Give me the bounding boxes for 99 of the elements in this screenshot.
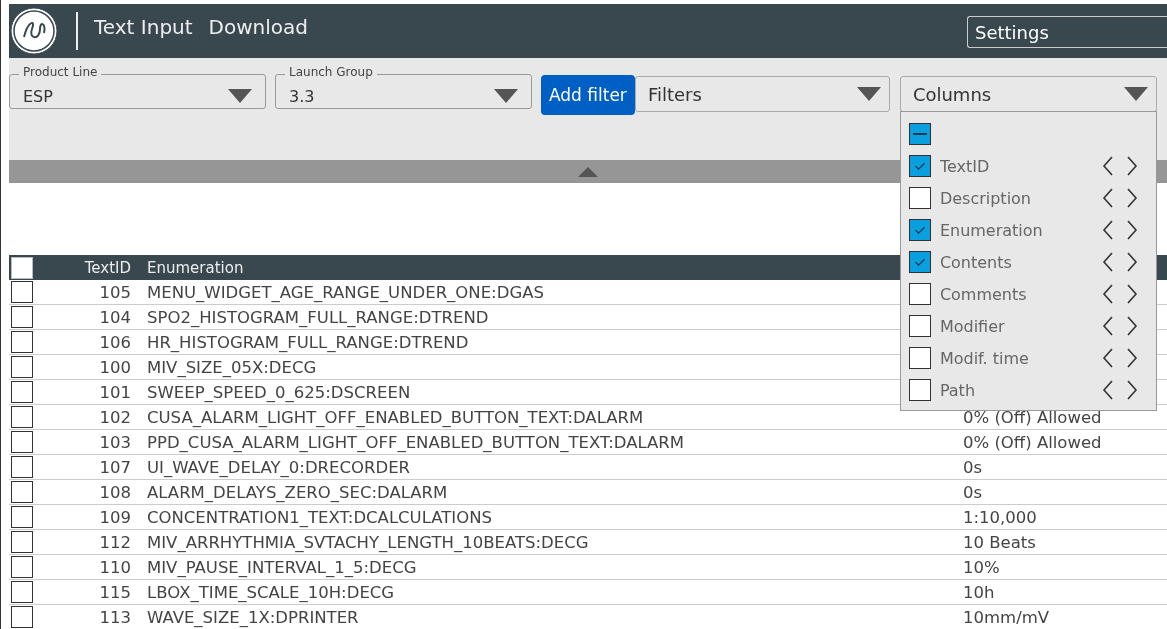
caret-icon [856,87,881,101]
table-cell: 0% (Off) Allowed [963,432,1102,452]
nav-link[interactable]: Text Input [94,15,193,39]
table-cell-text: MIV_PAUSE_INTERVAL_1_5:DECG [147,557,418,577]
table-cell-text: LBOX_TIME_SCALE_10H:DECG [147,582,396,602]
table-cell-text: HR_HISTOGRAM_FULL_RANGE:DTREND [147,332,470,352]
chevron-left-icon[interactable] [1101,348,1114,368]
row-checkbox[interactable] [11,331,33,353]
collapse-icon[interactable] [578,166,598,177]
row-checkbox[interactable] [11,581,33,603]
filter-select[interactable]: Launch Group 3.3 [275,65,532,109]
table-cell-text: 107 [98,457,131,477]
column-label: Enumeration [939,220,1044,240]
chevron-left-icon[interactable] [1101,156,1114,176]
row-checkbox[interactable] [11,281,33,303]
table-cell-text: ALARM_DELAYS_ZERO_SEC:DALARM [147,482,449,502]
add-filter-button[interactable]: Add filter [541,75,635,115]
chevron-right-icon[interactable] [1125,252,1138,272]
column-checkbox[interactable] [908,347,931,369]
row-checkbox[interactable] [11,406,33,428]
chevron-right-icon[interactable] [1125,220,1138,240]
table-cell-text: 108 [98,482,131,502]
chevron-left-icon[interactable] [1101,316,1114,336]
row-checkbox[interactable] [11,531,33,553]
column-label: Contents [939,252,1013,272]
row-checkbox[interactable] [11,431,33,453]
row-checkbox[interactable] [11,356,33,378]
column-checkbox[interactable] [908,187,931,209]
table-cell-text: MIV_SIZE_05X:DECG [147,357,318,377]
select-all-checkbox[interactable] [908,123,931,145]
chevron-left-icon[interactable] [1101,188,1114,208]
caret-icon [1123,87,1148,101]
column-checkbox[interactable] [908,379,931,401]
table-cell-text: SPO2_HISTOGRAM_FULL_RANGE:DTREND [147,307,490,327]
table-cell: 10% [963,557,1000,577]
column-checkbox[interactable] [908,315,931,337]
table-cell-text: 106 [98,332,131,352]
row-checkbox[interactable] [11,481,33,503]
table-cell: 10 Beats [963,532,1036,552]
column-header[interactable]: TextID [33,258,131,277]
table-cell-text: CUSA_ALARM_LIGHT_OFF_ENABLED_BUTTON_TEXT:DALARM [147,407,645,427]
columns-select[interactable]: Columns [899,76,1157,112]
caret-icon [494,89,518,103]
table-cell-text: MENU_WIDGET_AGE_RANGE_UNDER_ONE:DGAS [147,282,545,302]
table-cell: 1:10,000 [963,507,1037,527]
table-cell-text: 101 [98,382,131,402]
filters-select[interactable]: Filters [634,76,890,112]
chevron-left-icon[interactable] [1101,380,1114,400]
chevron-left-icon[interactable] [1101,220,1114,240]
table-cell: 0s [963,482,983,502]
filter-select[interactable]: Product Line ESP [9,65,266,109]
chevron-left-icon[interactable] [1101,252,1114,272]
settings-field[interactable]: Settings [967,15,1167,48]
chevron-right-icon[interactable] [1125,380,1138,400]
chevron-right-icon[interactable] [1125,348,1138,368]
column-label: Description [939,188,1032,208]
table-cell-text: 104 [98,307,131,327]
table-cell: 0% (Off) Allowed [963,407,1102,427]
table-cell-text: SWEEP_SPEED_0_625:DSCREEN [147,382,412,402]
column-checkbox[interactable] [908,251,931,273]
header-checkbox[interactable] [11,256,33,279]
table-cell-text: 102 [98,407,131,427]
column-label: Path [939,380,977,400]
table-cell-text: 115 [98,582,131,602]
row-checkbox[interactable] [11,456,33,478]
table-cell-text: CONCENTRATION1_TEXT:DCALCULATIONS [147,507,494,527]
chevron-right-icon[interactable] [1125,188,1138,208]
row-checkbox[interactable] [11,606,33,628]
column-label: Modif. time [939,348,1030,368]
chevron-right-icon[interactable] [1125,156,1138,176]
table-cell-text: WAVE_SIZE_1X:DPRINTER [147,607,360,627]
table-cell-text: MIV_ARRHYTHMIA_SVTACHY_LENGTH_10BEATS:DECG [147,532,590,552]
column-label: TextID [939,156,991,176]
chevron-right-icon[interactable] [1125,284,1138,304]
column-checkbox[interactable] [908,283,931,305]
row-checkbox[interactable] [11,381,33,403]
row-checkbox[interactable] [11,306,33,328]
table-cell: 10mm/mV [963,607,1050,627]
table-cell-text: 110 [98,557,131,577]
table-cell-text: 113 [98,607,131,627]
nav-link[interactable]: Download [208,15,308,39]
chevron-right-icon[interactable] [1125,316,1138,336]
table-cell-text: 109 [98,507,131,527]
caret-icon [228,89,252,103]
chevron-left-icon[interactable] [1101,284,1114,304]
column-label: Comments [939,284,1028,304]
table-cell-text: 105 [98,282,131,302]
table-cell-text: 103 [98,432,131,452]
table-cell-text: PPD_CUSA_ALARM_LIGHT_OFF_ENABLED_BUTTON_TEXT:DALARM [147,432,686,452]
table-cell: 10h [963,582,995,602]
table-cell-text: 112 [98,532,131,552]
row-checkbox[interactable] [11,556,33,578]
table-cell: 0s [963,457,983,477]
table-cell-text: 100 [98,357,131,377]
column-checkbox[interactable] [908,155,931,177]
row-checkbox[interactable] [11,506,33,528]
column-checkbox[interactable] [908,219,931,241]
column-label: Modifier [939,316,1006,336]
table-cell-text: UI_WAVE_DELAY_0:DRECORDER [147,457,412,477]
